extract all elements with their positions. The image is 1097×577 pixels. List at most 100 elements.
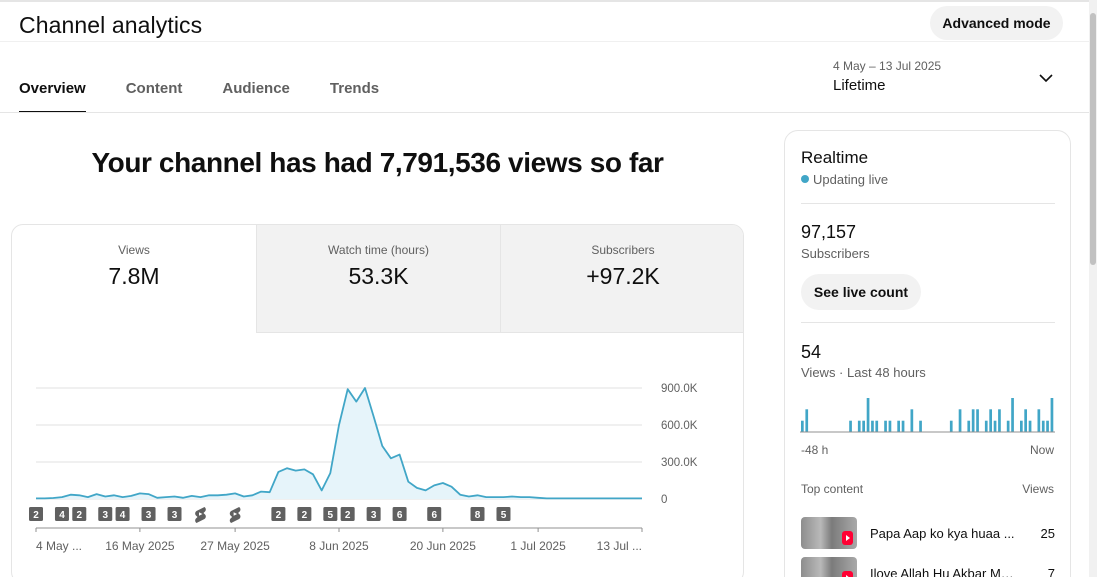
tab-trends[interactable]: Trends [330,80,379,113]
top-content-title: Ilove Allah Hu Akbar Mu... [870,566,1018,577]
tab-content[interactable]: Content [126,80,183,113]
upload-marker-count: 3 [371,510,377,521]
top-content-views: 25 [1040,526,1055,541]
realtime-bar [919,420,922,432]
date-range[interactable]: 4 May – 13 Jul 2025 [833,59,941,73]
y-tick-label: 300.0K [661,457,698,469]
realtime-bar [1041,420,1045,432]
realtime-status: Updating live [813,172,889,187]
header-divider [0,41,1089,42]
x-tick-label: 1 Jul 2025 [510,539,566,553]
realtime-bar [871,420,874,432]
shorts-icon [842,531,853,545]
upload-marker-count: 2 [33,510,39,521]
tab-audience[interactable]: Audience [222,80,290,113]
realtime-bar [1024,409,1027,432]
top-content-label: Top content [801,482,864,496]
realtime-bar [971,409,975,432]
upload-marker-count: 3 [102,510,108,521]
realtime-bar [1006,420,1010,432]
upload-marker-count: 4 [120,510,126,521]
views-chart[interactable]: 0300.0K600.0K900.0K2 4 2 3 4 3 3 2 2 5 2 3 6 6 8 54 May… [12,225,744,577]
analytics-page: Channel analytics Advanced mode Overview… [0,0,1097,577]
realtime-views-chart[interactable] [800,394,1056,434]
realtime-bar [1020,420,1023,432]
tab-overview[interactable]: Overview [19,80,86,113]
realtime-bar [901,420,905,432]
realtime-bar [1037,409,1041,432]
x-tick-label: 13 Jul ... [597,539,642,553]
realtime-bar [949,420,953,432]
upload-marker-count: 2 [276,510,282,521]
realtime-bar [967,420,971,432]
realtime-bar [862,420,865,432]
upload-marker-count: 4 [59,510,65,521]
realtime-bar [849,420,852,432]
realtime-subscribers-label: Subscribers [801,246,870,261]
upload-marker-count: 2 [77,510,83,521]
realtime-bar [805,409,809,432]
realtime-axis-start: -48 h [801,443,829,457]
date-period[interactable]: Lifetime [833,77,886,94]
top-content-item[interactable]: Papa Aap ko kya huaa ... 25 [801,517,1055,549]
x-tick-label: 20 Jun 2025 [410,539,476,553]
upload-marker-count: 6 [397,510,403,521]
realtime-bar [993,420,997,432]
upload-marker-count: 3 [172,510,178,521]
upload-marker-count: 5 [328,510,334,521]
y-tick-label: 900.0K [661,383,698,395]
shorts-icon [842,571,853,577]
scrollbar-thumb[interactable] [1090,13,1096,265]
x-tick-label: 8 Jun 2025 [309,539,369,553]
realtime-bar [989,409,992,432]
realtime-bar [875,420,879,432]
realtime-bar [976,409,979,432]
upload-marker-count: 2 [302,510,308,521]
realtime-axis-end: Now [1029,443,1054,457]
realtime-divider [801,322,1055,323]
realtime-bar [897,420,900,432]
overview-chart-card: Views 7.8M Watch time (hours) 53.3K Subs… [11,224,744,577]
x-tick-label: 27 May 2025 [200,539,270,553]
video-thumbnail [801,557,857,577]
realtime-bar [1011,398,1014,432]
views-area-fill [36,388,642,499]
total-views-headline: Your channel has had 7,791,536 views so … [91,147,664,178]
realtime-views-label: Views · Last 48 hours [801,365,926,380]
realtime-bar [984,420,988,432]
top-border [0,0,1089,2]
realtime-bar [866,398,870,432]
tab-bar: Overview Content Audience Trends [19,80,419,113]
chevron-down-icon[interactable] [1038,70,1054,86]
top-content-item[interactable]: Ilove Allah Hu Akbar Mu... 7 [801,557,1055,577]
x-tick-label: 16 May 2025 [105,539,175,553]
upload-marker-count: 2 [345,510,351,521]
upload-marker-count: 8 [475,510,481,521]
realtime-title: Realtime [801,148,869,167]
y-tick-label: 600.0K [661,420,698,432]
realtime-bar [857,420,861,432]
realtime-bar [1046,420,1049,432]
advanced-mode-button[interactable]: Advanced mode [930,6,1063,40]
realtime-bar [998,409,1001,432]
realtime-views-value: 54 [801,342,822,362]
x-tick-label: 4 May ... [36,539,82,553]
realtime-card: Realtime Updating live 97,157 Subscriber… [784,130,1071,577]
realtime-bar [884,420,887,432]
see-live-count-button[interactable]: See live count [801,274,921,310]
realtime-bar [910,409,914,432]
realtime-bar [801,420,804,432]
page-scrollbar[interactable] [1089,0,1097,577]
top-content-views: 7 [1047,566,1055,577]
realtime-divider [801,203,1055,204]
y-tick-label: 0 [661,494,667,506]
page-title: Channel analytics [19,12,203,38]
video-thumbnail [801,517,857,549]
upload-marker-count: 3 [146,510,152,521]
tabs-divider [0,112,1089,113]
top-content-title: Papa Aap ko kya huaa ... [870,526,1015,541]
top-content-views-header: Views [1022,482,1054,496]
realtime-bar [1028,420,1032,432]
realtime-subscribers-value: 97,157 [801,222,857,242]
live-indicator-icon [801,175,809,183]
